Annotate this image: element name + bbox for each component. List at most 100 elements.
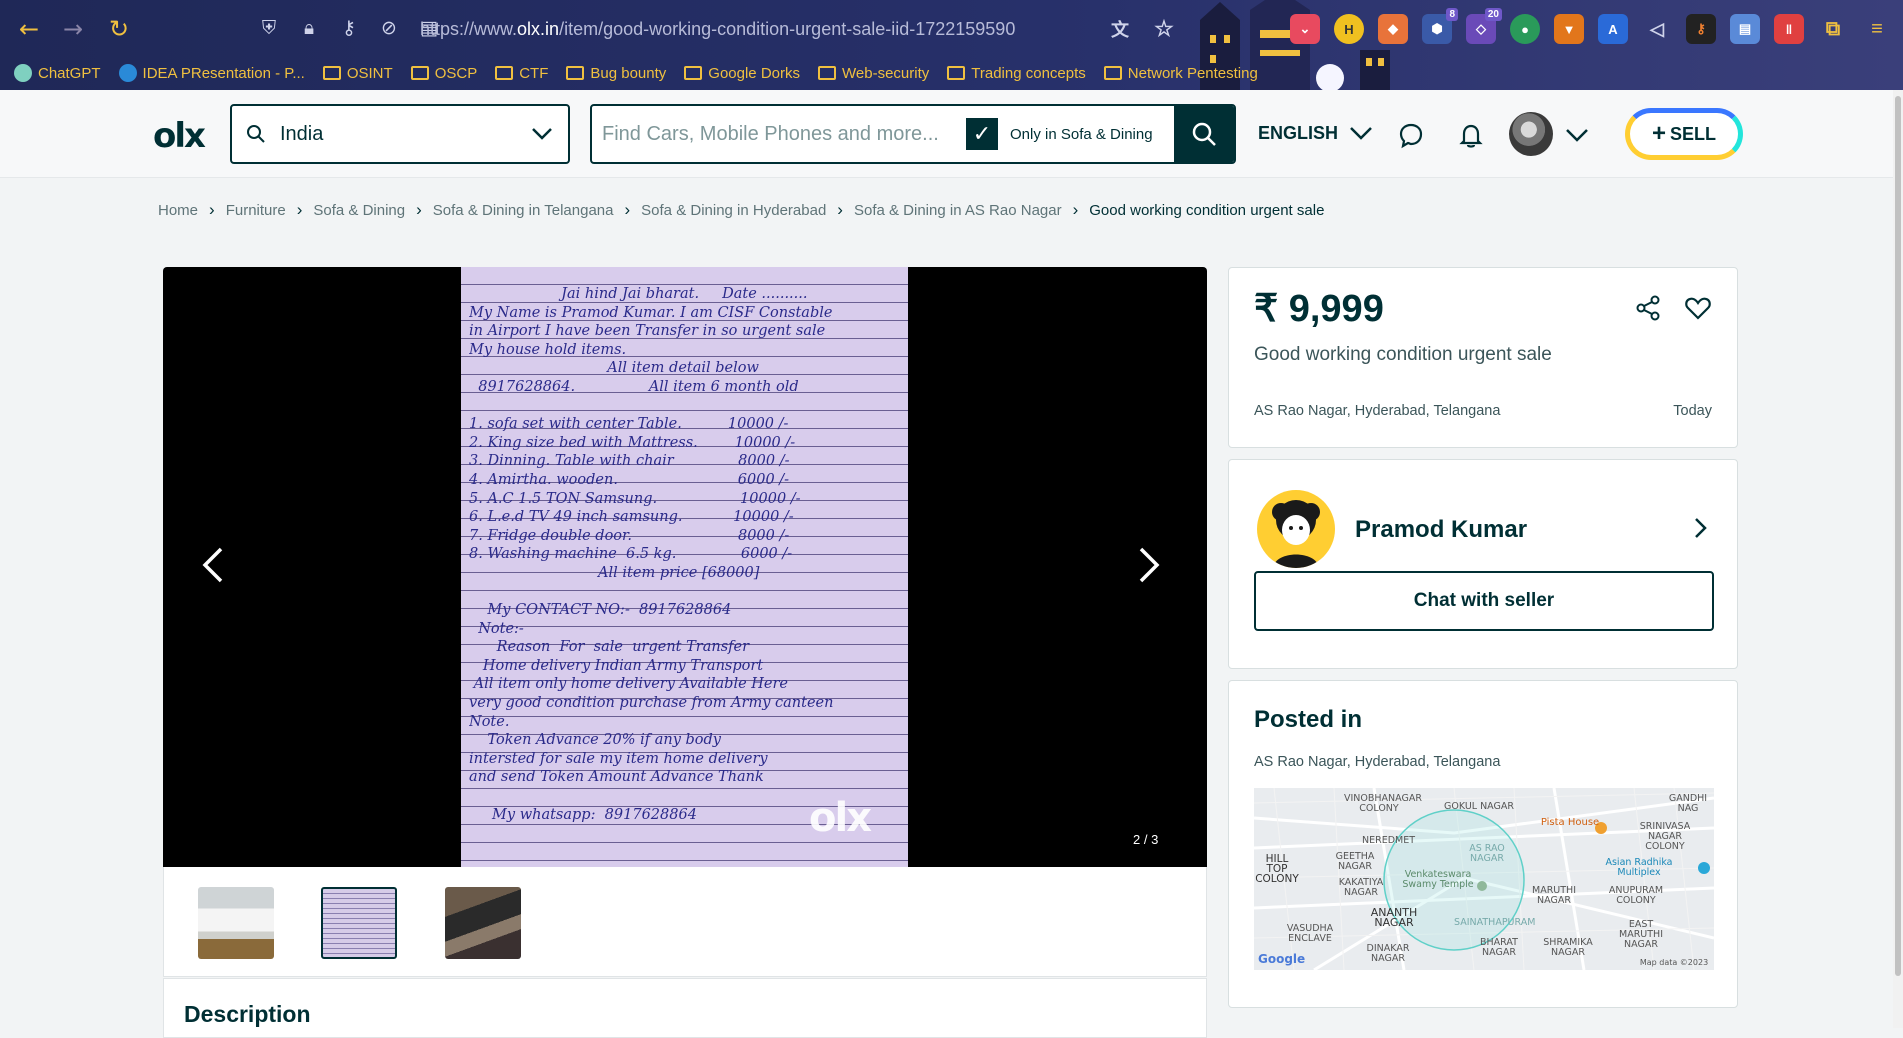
folder-icon bbox=[818, 66, 836, 80]
chevron-right-icon: › bbox=[1072, 200, 1079, 219]
search-button[interactable] bbox=[1174, 106, 1234, 162]
bookmark-star-icon[interactable]: ☆ bbox=[1149, 14, 1179, 44]
seller-name[interactable]: Pramod Kumar bbox=[1355, 516, 1527, 544]
forward-button[interactable]: → bbox=[60, 16, 86, 42]
share-icon[interactable] bbox=[1634, 294, 1662, 327]
extension-h-icon[interactable]: H bbox=[1334, 14, 1364, 44]
metamask-icon[interactable]: ▼ bbox=[1554, 14, 1584, 44]
posted-in-location: AS Rao Nagar, Hyderabad, Telangana bbox=[1254, 754, 1501, 770]
back-button[interactable]: ← bbox=[16, 16, 42, 42]
thumbnail-handwritten-note[interactable] bbox=[321, 887, 397, 959]
posted-in-card: Posted in AS Rao Nagar, Hyderabad, Telan… bbox=[1228, 680, 1738, 1008]
bookmark-network-pentesting[interactable]: Network Pentesting bbox=[1103, 65, 1258, 82]
gallery-main-image[interactable]: Jai hind Jai bharat. Date .......... My … bbox=[461, 267, 908, 867]
bookmark-oscp[interactable]: OSCP bbox=[410, 65, 477, 82]
chat-icon[interactable] bbox=[1396, 120, 1426, 150]
breadcrumb-home[interactable]: Home bbox=[158, 202, 198, 219]
bookmark-chatgpt[interactable]: ChatGPT bbox=[14, 64, 101, 82]
user-avatar[interactable] bbox=[1509, 112, 1553, 156]
language-label: ENGLISH bbox=[1258, 122, 1339, 143]
map-label: ANANTH NAGAR bbox=[1370, 906, 1418, 929]
chevron-right-icon bbox=[1139, 547, 1160, 583]
chevron-down-icon[interactable] bbox=[1562, 120, 1592, 150]
plus-icon: + bbox=[1651, 120, 1666, 147]
search-icon bbox=[1192, 122, 1216, 146]
image-gallery: Jai hind Jai bharat. Date .......... My … bbox=[163, 267, 1207, 867]
permissions-icon[interactable]: ⚷ bbox=[338, 17, 360, 39]
breadcrumb-hyderabad[interactable]: Sofa & Dining in Hyderabad bbox=[641, 202, 826, 219]
extension-key-icon[interactable]: ⚷ bbox=[1686, 14, 1716, 44]
bookmark-ctf[interactable]: CTF bbox=[495, 65, 548, 82]
translator-icon[interactable]: A bbox=[1598, 14, 1628, 44]
description-section: Description bbox=[163, 978, 1207, 1038]
lock-icon[interactable]: 🔒︎ bbox=[298, 17, 320, 39]
extension-badge-8-icon[interactable]: ⬢ 8 bbox=[1422, 8, 1458, 44]
only-in-category-checkbox[interactable]: ✓ bbox=[966, 118, 998, 150]
bookmark-web-security[interactable]: Web-security bbox=[818, 65, 929, 82]
location-value: India bbox=[280, 122, 324, 145]
page-scrollbar[interactable] bbox=[1893, 90, 1903, 1028]
previous-image-button[interactable] bbox=[193, 535, 233, 595]
extension-badge-20-icon[interactable]: ◇ 20 bbox=[1466, 8, 1502, 44]
breadcrumb-as-rao-nagar[interactable]: Sofa & Dining in AS Rao Nagar bbox=[854, 202, 1062, 219]
thumbnail-ac-unit[interactable] bbox=[198, 887, 274, 959]
favorite-heart-icon[interactable] bbox=[1684, 294, 1712, 327]
extensions-puzzle-icon[interactable]: ⧉ bbox=[1818, 14, 1848, 44]
bookmark-osint[interactable]: OSINT bbox=[322, 65, 393, 82]
ad-price: ₹ 9,999 bbox=[1254, 288, 1384, 330]
breadcrumb: Home › Furniture › Sofa & Dining › Sofa & D… bbox=[158, 200, 1324, 220]
next-image-button[interactable] bbox=[1129, 535, 1169, 595]
menu-icon[interactable]: ≡ bbox=[1862, 14, 1892, 44]
map-label: GANDHI NAG bbox=[1668, 793, 1708, 814]
ad-title: Good working condition urgent sale bbox=[1254, 344, 1552, 365]
extension-bars-icon[interactable]: ‖ bbox=[1774, 14, 1804, 44]
shield-icon[interactable]: ⛨ bbox=[258, 17, 280, 39]
chevron-right-icon: › bbox=[624, 200, 631, 219]
location-map[interactable]: VINOBHANAGAR COLONY GOKUL NAGAR Pista Ho… bbox=[1254, 788, 1714, 970]
extension-fox-icon[interactable]: ◆ bbox=[1378, 14, 1408, 44]
seller-avatar[interactable] bbox=[1257, 490, 1335, 568]
chat-with-seller-button[interactable]: Chat with seller bbox=[1254, 571, 1714, 631]
search-input[interactable] bbox=[592, 122, 962, 146]
reload-button[interactable]: ↻ bbox=[106, 16, 132, 42]
chevron-right-icon: › bbox=[416, 200, 422, 219]
thumbnail-sofa-set[interactable] bbox=[445, 887, 521, 959]
handwritten-note-text: Jai hind Jai bharat. Date .......... My … bbox=[469, 286, 834, 823]
breadcrumb-telangana[interactable]: Sofa & Dining in Telangana bbox=[433, 202, 614, 219]
speaker-icon[interactable]: ◁ bbox=[1642, 14, 1672, 44]
pocket-icon[interactable]: ⌄ bbox=[1290, 14, 1320, 44]
bookmark-trading-concepts[interactable]: Trading concepts bbox=[947, 65, 1086, 82]
site-header: olx India ✓ Only in Sofa & Dining ENGLIS… bbox=[0, 90, 1903, 178]
chevron-down-icon bbox=[532, 128, 552, 140]
chevron-left-icon bbox=[202, 547, 223, 583]
sell-button[interactable]: + SELL bbox=[1625, 108, 1743, 160]
breadcrumb-sofa-dining[interactable]: Sofa & Dining bbox=[313, 202, 405, 219]
bookmark-bug-bounty[interactable]: Bug bounty bbox=[566, 65, 666, 82]
breadcrumb-furniture[interactable]: Furniture bbox=[226, 202, 286, 219]
map-label: GOKUL NAGAR bbox=[1444, 801, 1514, 812]
map-label: VINOBHANAGAR COLONY bbox=[1344, 793, 1422, 814]
address-bar[interactable]: https://www.olx.in/item/good-working-con… bbox=[420, 19, 1015, 40]
map-label: SHRAMIKA NAGAR bbox=[1543, 937, 1593, 958]
translate-icon[interactable]: 文 bbox=[1105, 14, 1135, 44]
notification-bell-icon[interactable] bbox=[1456, 120, 1486, 150]
bookmarks-bar: ChatGPT IDEA PResentation - P... OSINT O… bbox=[0, 56, 1903, 90]
extension-globe-icon[interactable]: ● bbox=[1510, 14, 1540, 44]
map-label: HILL TOP COLONY bbox=[1255, 853, 1299, 885]
bookmark-idea-presentation[interactable]: IDEA PResentation - P... bbox=[118, 64, 305, 82]
location-selector[interactable]: India bbox=[230, 104, 570, 164]
chevron-right-icon: › bbox=[296, 200, 303, 219]
bookmark-google-dorks[interactable]: Google Dorks bbox=[684, 65, 800, 82]
tracking-icon[interactable]: ⊘ bbox=[378, 17, 400, 39]
scrollbar-thumb[interactable] bbox=[1895, 96, 1901, 976]
language-selector[interactable]: ENGLISH bbox=[1258, 122, 1374, 144]
chevron-right-icon[interactable] bbox=[1692, 516, 1708, 545]
chevron-down-icon bbox=[1350, 127, 1372, 140]
extension-doc-icon[interactable]: ▤ bbox=[1730, 14, 1760, 44]
olx-logo[interactable]: olx bbox=[153, 116, 206, 156]
posted-in-heading: Posted in bbox=[1254, 706, 1363, 733]
map-label: Venkateswara Swamy Temple bbox=[1402, 869, 1474, 890]
map-label: MARUTHI NAGAR bbox=[1532, 885, 1576, 906]
image-counter: 2 / 3 bbox=[1133, 832, 1159, 847]
chevron-right-icon: › bbox=[837, 200, 843, 219]
